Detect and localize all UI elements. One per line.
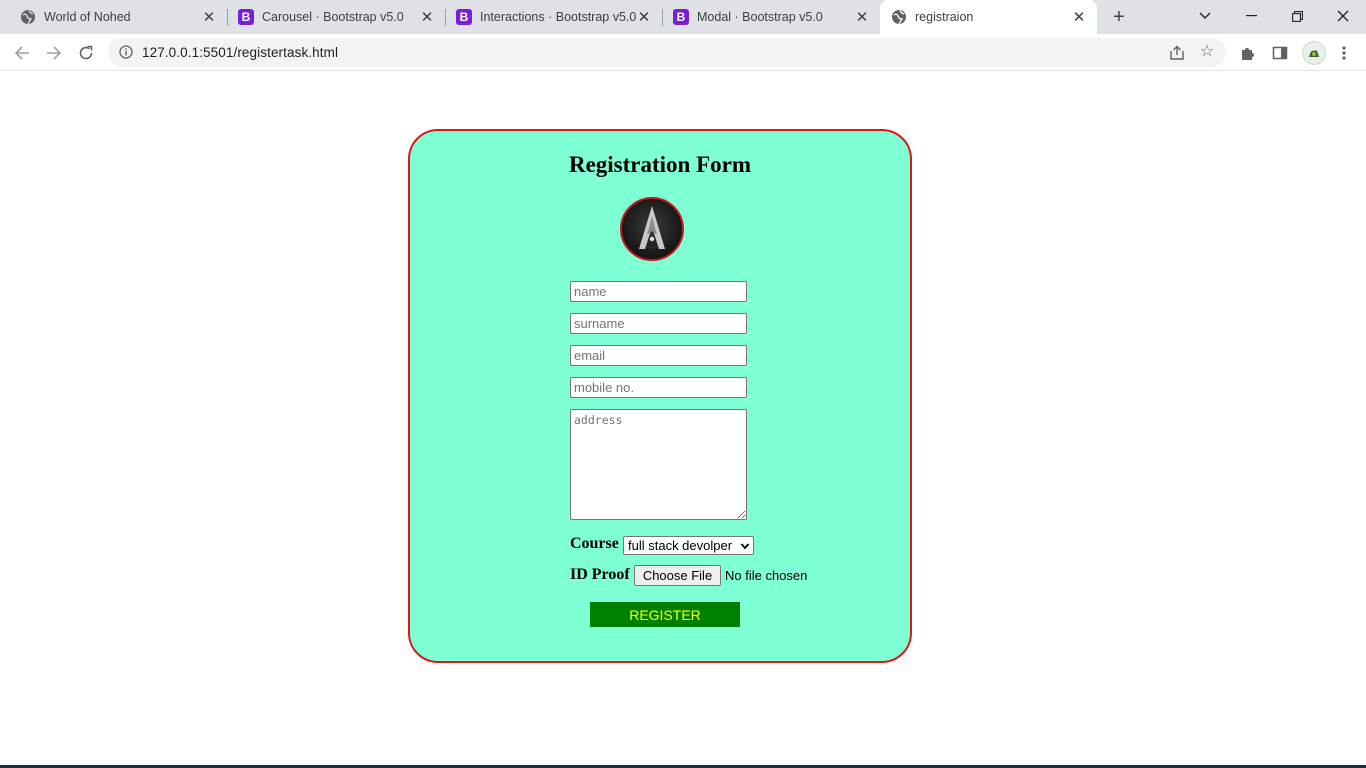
tab-title: Modal · Bootstrap v5.0	[697, 10, 823, 24]
logo-image	[620, 197, 684, 261]
url-text: 127.0.0.1:5501/registertask.html	[142, 45, 339, 60]
profile-avatar[interactable]	[1302, 41, 1326, 65]
close-icon[interactable]: ✕	[854, 9, 870, 26]
close-window-button[interactable]	[1329, 4, 1357, 28]
new-tab-button[interactable]: +	[1110, 7, 1128, 27]
course-label: Course	[570, 535, 619, 552]
form-title: Registration Form	[568, 152, 752, 177]
tab-registraion[interactable]: registraion ✕	[880, 0, 1097, 34]
globe-icon	[892, 10, 906, 25]
puzzle-icon	[1242, 48, 1254, 60]
tab-interactions[interactable]: B Interactions · Bootstrap v5.0 ✕	[445, 0, 662, 34]
file-status-text: No file chosen	[725, 568, 808, 583]
restore-button[interactable]	[1283, 4, 1311, 28]
avatar-icon	[1309, 50, 1319, 57]
bootstrap-icon: B	[673, 9, 689, 25]
tab-carousel[interactable]: B Carousel · Bootstrap v5.0 ✕	[227, 0, 445, 34]
page-viewport: Registration Form Course full stack devo…	[0, 71, 1366, 768]
side-panel-button[interactable]	[1269, 42, 1291, 64]
tab-title: Carousel · Bootstrap v5.0	[262, 10, 404, 24]
info-icon[interactable]	[119, 45, 133, 59]
address-textarea[interactable]	[570, 409, 747, 520]
choose-file-button[interactable]: Choose File	[634, 565, 721, 586]
bootstrap-icon: B	[238, 9, 254, 25]
id-proof-label: ID Proof	[570, 566, 630, 583]
tab-modal[interactable]: B Modal · Bootstrap v5.0 ✕	[662, 0, 880, 34]
chevron-down-icon	[1199, 12, 1211, 19]
reload-icon	[79, 45, 93, 60]
name-input[interactable]	[570, 281, 747, 302]
address-bar[interactable]: 127.0.0.1:5501/registertask.html ☆	[108, 38, 1226, 67]
arrow-right-icon	[47, 46, 62, 60]
minimize-button[interactable]	[1237, 4, 1265, 28]
course-select[interactable]: full stack devolper	[623, 536, 754, 555]
back-button[interactable]	[12, 43, 32, 63]
close-icon[interactable]: ✕	[1071, 9, 1087, 26]
tab-title: registraion	[915, 10, 974, 24]
registration-card: Registration Form Course full stack devo…	[408, 129, 912, 663]
browser-toolbar: 127.0.0.1:5501/registertask.html ☆	[0, 34, 1366, 71]
close-icon[interactable]: ✕	[201, 9, 217, 26]
close-icon[interactable]: ✕	[636, 9, 652, 26]
arrow-left-icon	[14, 46, 29, 60]
chevron-down-icon	[740, 543, 750, 550]
tab-strip: World of Nohed ✕ B Carousel · Bootstrap …	[0, 0, 1366, 34]
assassin-emblem-icon	[639, 206, 665, 249]
restore-icon	[1291, 10, 1303, 22]
minimize-icon	[1245, 15, 1257, 17]
kebab-menu-icon	[1342, 46, 1346, 60]
bootstrap-icon: B	[456, 9, 472, 25]
extensions-button[interactable]	[1237, 42, 1259, 64]
surname-input[interactable]	[570, 313, 747, 334]
menu-button[interactable]	[1333, 42, 1355, 64]
forward-button[interactable]	[44, 43, 64, 63]
globe-icon	[21, 10, 35, 25]
tab-title: Interactions · Bootstrap v5.0	[480, 10, 637, 24]
close-icon[interactable]: ✕	[419, 9, 435, 26]
share-icon[interactable]	[1168, 44, 1186, 62]
course-selected-value: full stack devolper	[628, 538, 733, 553]
tab-title: World of Nohed	[44, 10, 131, 24]
bookmark-star-icon[interactable]: ☆	[1198, 43, 1216, 61]
close-icon	[1337, 10, 1349, 22]
tab-search-button[interactable]	[1191, 4, 1219, 28]
email-input[interactable]	[570, 345, 747, 366]
reload-button[interactable]	[76, 43, 96, 63]
register-button[interactable]: REGISTER	[590, 602, 740, 627]
side-panel-icon	[1272, 46, 1288, 60]
tab-world-of-nohed[interactable]: World of Nohed ✕	[0, 0, 227, 34]
mobile-input[interactable]	[570, 377, 747, 398]
